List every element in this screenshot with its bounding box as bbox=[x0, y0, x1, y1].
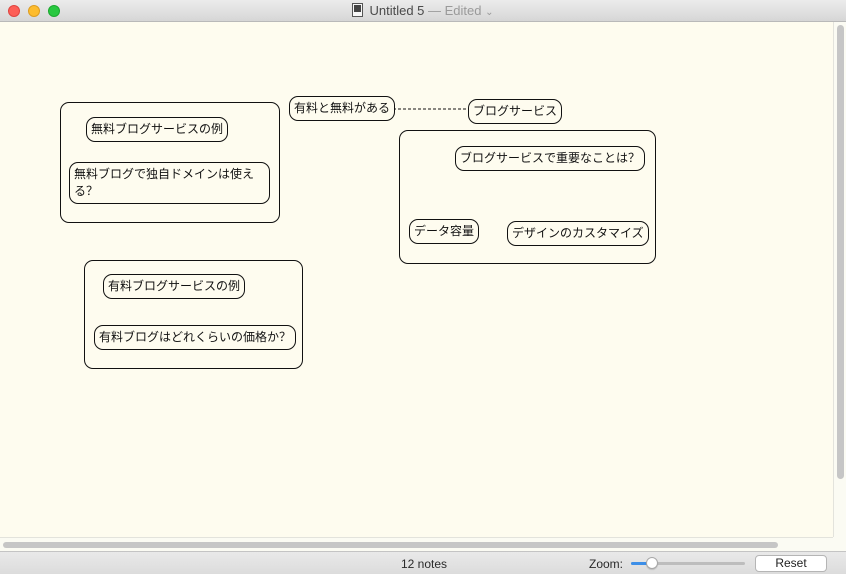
note-paid-blog-examples[interactable]: 有料ブログサービスの例 bbox=[103, 274, 246, 299]
horizontal-scroll-thumb[interactable] bbox=[3, 542, 778, 548]
notes-count: 12 notes bbox=[400, 557, 448, 571]
window-title[interactable]: Untitled 5 — Edited ⌄ bbox=[0, 3, 846, 18]
note-free-blog-domain[interactable]: 無料ブログで独自ドメインは使える？ bbox=[69, 162, 270, 204]
reset-button[interactable]: Reset bbox=[755, 555, 827, 572]
vertical-scrollbar[interactable] bbox=[833, 22, 846, 537]
zoom-slider[interactable] bbox=[631, 557, 745, 569]
document-name: Untitled 5 bbox=[369, 3, 425, 18]
note-design-customize[interactable]: デザインのカスタマイズ bbox=[507, 221, 649, 246]
note-free-blog-examples[interactable]: 無料ブログサービスの例 bbox=[86, 117, 229, 142]
note-paid-and-free[interactable]: 有料と無料がある bbox=[289, 96, 396, 121]
note-blog-service[interactable]: ブログサービス bbox=[468, 99, 563, 124]
title-separator: — bbox=[424, 3, 445, 18]
window-titlebar: Untitled 5 — Edited ⌄ bbox=[0, 0, 846, 22]
edited-status: Edited bbox=[444, 3, 482, 18]
status-bar: 12 notes Zoom: Reset bbox=[0, 551, 846, 574]
horizontal-scrollbar[interactable] bbox=[0, 537, 833, 551]
zoom-slider-knob[interactable] bbox=[646, 557, 658, 569]
document-icon bbox=[352, 3, 364, 17]
vertical-scroll-thumb[interactable] bbox=[837, 25, 844, 479]
note-data-capacity[interactable]: データ容量 bbox=[409, 219, 480, 244]
note-paid-blog-price[interactable]: 有料ブログはどれくらいの価格か？ bbox=[94, 325, 297, 350]
scroll-corner bbox=[833, 537, 846, 551]
note-important-points[interactable]: ブログサービスで重要なことは？ bbox=[455, 146, 646, 171]
zoom-label: Zoom: bbox=[589, 557, 624, 571]
notes-canvas[interactable]: 無料ブログサービスの例 無料ブログで独自ドメインは使える？ 有料と無料がある ブ… bbox=[0, 22, 833, 537]
chevron-down-icon[interactable]: ⌄ bbox=[485, 7, 493, 18]
